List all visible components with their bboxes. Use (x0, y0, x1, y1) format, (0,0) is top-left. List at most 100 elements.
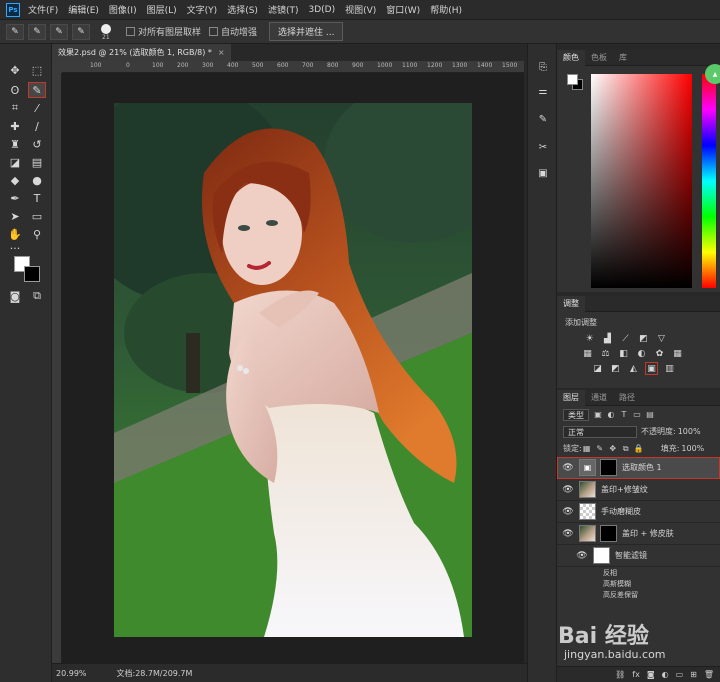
zoom-level[interactable]: 20.99% (56, 669, 87, 678)
blur-tool-icon[interactable]: ◆ (6, 172, 24, 188)
history-brush-tool-icon[interactable]: ↺ (28, 136, 46, 152)
curves-icon[interactable]: ⟋ (619, 332, 632, 345)
tab-swatches[interactable]: 色板 (585, 50, 613, 66)
add-to-selection-icon[interactable]: ✎ (50, 23, 68, 40)
layer-thumbnail[interactable] (579, 481, 596, 498)
link-layers-icon[interactable]: ⛓ (615, 670, 625, 679)
adjustment-thumbnail[interactable]: ▣ (579, 459, 596, 476)
levels-icon[interactable]: ▟ (601, 332, 614, 345)
color-lookup-icon[interactable]: ▦ (671, 347, 684, 360)
layer-row-stamp-skin[interactable]: 👁 盖印 + 修皮肤 (557, 523, 720, 545)
lock-all-icon[interactable]: 🔒 (634, 444, 644, 454)
lock-transparent-icon[interactable]: ▦ (582, 444, 592, 454)
tab-paths[interactable]: 路径 (613, 390, 641, 406)
menu-help[interactable]: 帮助(H) (430, 3, 462, 16)
sample-all-layers-checkbox[interactable]: 对所有图层取样 (126, 25, 201, 38)
layer-name[interactable]: 选取颜色 1 (622, 462, 662, 473)
new-adjustment-icon[interactable]: ◐ (662, 670, 669, 679)
screen-mode-icon[interactable]: ⧉ (28, 288, 46, 304)
menu-file[interactable]: 文件(F) (28, 3, 58, 16)
close-icon[interactable]: × (218, 48, 225, 57)
layer-row-manual-retouch[interactable]: 👁 手动磨糊皮 (557, 501, 720, 523)
document-tab[interactable]: 效果2.psd @ 21% (选取颜色 1, RGB/8) * × (52, 44, 231, 61)
visibility-eye-icon[interactable]: 👁 (575, 551, 589, 561)
posterize-icon[interactable]: ◩ (609, 362, 622, 375)
selective-color-icon[interactable]: ▣ (645, 362, 658, 375)
hue-saturation-icon[interactable]: ▦ (581, 347, 594, 360)
menu-image[interactable]: 图像(I) (109, 3, 137, 16)
visibility-eye-icon[interactable]: 👁 (561, 507, 575, 517)
filter-type-icon[interactable]: T (619, 410, 629, 420)
zoom-tool-icon[interactable]: ⚲ (28, 226, 46, 242)
filter-adjustment-icon[interactable]: ◐ (606, 410, 616, 420)
layer-mask-thumbnail[interactable] (600, 525, 617, 542)
filter-pixel-icon[interactable]: ▣ (593, 410, 603, 420)
filter-smart-object-icon[interactable]: ▤ (645, 410, 655, 420)
layer-row-selective-color[interactable]: 👁 ▣ 选取颜色 1 (557, 457, 720, 479)
hue-slider[interactable] (702, 74, 716, 288)
layer-thumbnail[interactable] (579, 525, 596, 542)
dodge-tool-icon[interactable]: ● (28, 172, 46, 188)
new-selection-icon[interactable]: ✎ (28, 23, 46, 40)
visibility-eye-icon[interactable]: 👁 (561, 529, 575, 539)
fill-value[interactable]: 100% (681, 444, 704, 453)
marquee-tool-icon[interactable]: ⬚ (28, 62, 46, 78)
filter-item-invert[interactable]: 反相 (557, 567, 720, 578)
menu-view[interactable]: 视图(V) (345, 3, 376, 16)
quick-select-preset-icon[interactable]: ✎ (6, 23, 24, 40)
auto-enhance-checkbox[interactable]: 自动增强 (209, 25, 257, 38)
libraries-panel-icon[interactable]: ▣ (536, 166, 550, 180)
tab-layers[interactable]: 图层 (557, 389, 585, 406)
layer-style-icon[interactable]: fx (632, 670, 640, 679)
eyedropper-tool-icon[interactable]: ⁄ (28, 100, 46, 116)
color-balance-icon[interactable]: ⚖ (599, 347, 612, 360)
tab-color[interactable]: 颜色 (557, 49, 585, 66)
subtract-from-selection-icon[interactable]: ✎ (72, 23, 90, 40)
background-color-swatch[interactable] (24, 266, 40, 282)
lock-artboard-icon[interactable]: ⧉ (621, 444, 631, 454)
layer-mask-thumbnail[interactable] (600, 459, 617, 476)
clone-stamp-tool-icon[interactable]: ♜ (6, 136, 24, 152)
quick-selection-tool-icon[interactable]: ✎ (28, 82, 46, 98)
move-tool-icon[interactable]: ✥ (6, 62, 24, 78)
tab-libraries[interactable]: 库 (613, 50, 633, 66)
filter-shape-icon[interactable]: ▭ (632, 410, 642, 420)
smart-filter-mask-thumbnail[interactable] (593, 547, 610, 564)
rectangle-tool-icon[interactable]: ▭ (28, 208, 46, 224)
new-group-icon[interactable]: ▭ (676, 670, 684, 679)
menu-edit[interactable]: 编辑(E) (68, 3, 99, 16)
eraser-tool-icon[interactable]: ◪ (6, 154, 24, 170)
smart-filter-label[interactable]: 智能滤镜 (615, 550, 647, 561)
delete-layer-icon[interactable]: 🗑 (704, 670, 714, 679)
lock-image-icon[interactable]: ✎ (595, 444, 605, 454)
canvas-image[interactable] (114, 103, 472, 637)
tab-channels[interactable]: 通道 (585, 390, 613, 406)
crop-tool-icon[interactable]: ⌗ (6, 100, 24, 116)
exposure-icon[interactable]: ◩ (637, 332, 650, 345)
brightness-contrast-icon[interactable]: ☀ (583, 332, 596, 345)
visibility-eye-icon[interactable]: 👁 (561, 463, 575, 473)
color-picker-field[interactable] (591, 74, 692, 288)
photo-filter-icon[interactable]: ◐ (635, 347, 648, 360)
lasso-tool-icon[interactable]: ʘ (6, 82, 24, 98)
layer-name[interactable]: 盖印 + 修皮肤 (622, 528, 674, 539)
menu-select[interactable]: 选择(S) (227, 3, 258, 16)
gradient-tool-icon[interactable]: ▤ (28, 154, 46, 170)
layer-filter-dropdown[interactable]: 类型 (563, 408, 589, 421)
black-white-icon[interactable]: ◧ (617, 347, 630, 360)
layer-name[interactable]: 手动磨糊皮 (601, 506, 641, 517)
history-panel-icon[interactable]: ⎘ (536, 60, 550, 74)
menu-layer[interactable]: 图层(L) (147, 3, 177, 16)
layer-row-stamp-wrinkles[interactable]: 👁 盖印+修皱纹 (557, 479, 720, 501)
tab-adjustments[interactable]: 调整 (557, 295, 585, 312)
visibility-eye-icon[interactable]: 👁 (561, 485, 575, 495)
type-tool-icon[interactable]: T (28, 190, 46, 206)
menu-filter[interactable]: 滤镜(T) (268, 3, 299, 16)
invert-icon[interactable]: ◪ (591, 362, 604, 375)
new-layer-icon[interactable]: ⊞ (690, 670, 697, 679)
opacity-value[interactable]: 100% (678, 427, 701, 436)
menu-type[interactable]: 文字(Y) (187, 3, 218, 16)
lock-position-icon[interactable]: ✥ (608, 444, 618, 454)
foreground-color-swatch[interactable] (567, 74, 578, 85)
layer-name[interactable]: 盖印+修皱纹 (601, 484, 648, 495)
